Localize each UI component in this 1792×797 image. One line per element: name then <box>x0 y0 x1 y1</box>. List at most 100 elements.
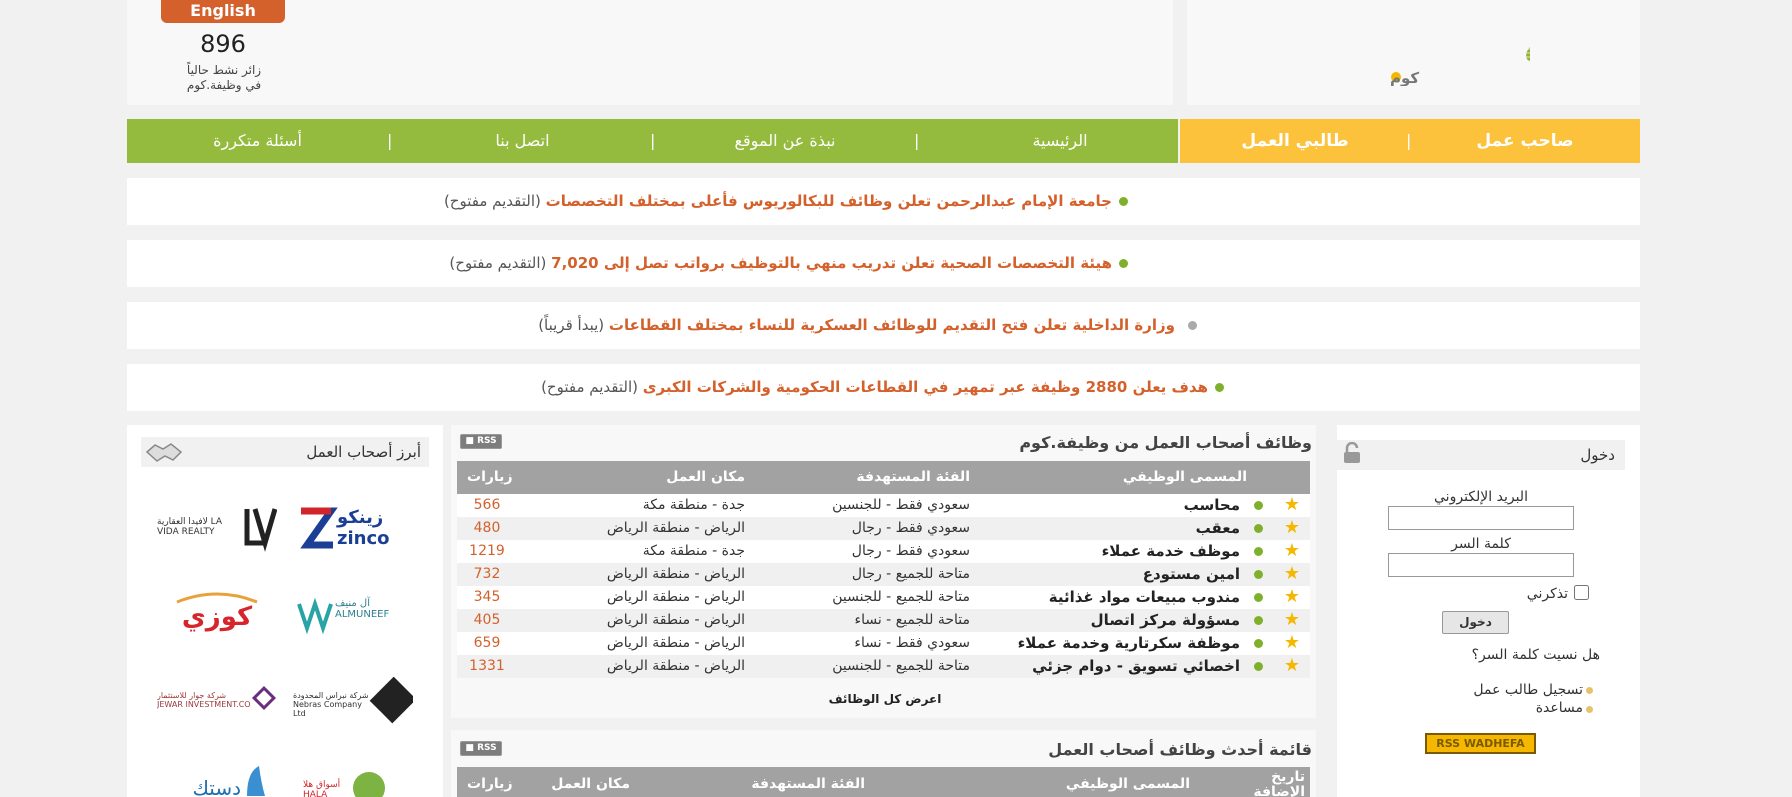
rss-label: RSS <box>477 743 497 753</box>
job-target: متاحة للجميع - نساء <box>854 612 971 628</box>
news-status: (يبدأ قريباً) <box>538 316 605 334</box>
news-item[interactable]: جامعة الإمام عبدالرحمن تعلن وظائف للبكال… <box>127 178 1640 225</box>
news-text: هيئة التخصصات الصحية تعلن تدريب منهي بال… <box>449 240 1112 287</box>
login-title: دخول <box>1580 446 1615 464</box>
nav-employer[interactable]: صاحب عمل <box>1440 119 1610 163</box>
nav-contact[interactable]: اتصل بنا <box>460 119 585 163</box>
job-location: الرياض - منطقة الرياض <box>606 612 745 628</box>
job-title[interactable]: موظفة سكرتارية وخدمة عملاء <box>1018 632 1240 655</box>
employer-logo-nebras[interactable]: شركة نبراس المحدودة Nebras Company Ltd <box>293 677 413 727</box>
job-visits: 405 <box>473 612 501 628</box>
view-all-jobs-link[interactable]: اعرض كل الوظائف <box>780 692 990 706</box>
handshake-icon <box>145 440 183 464</box>
star-icon: ★ <box>1283 632 1300 653</box>
job-location: الرياض - منطقة الرياض <box>606 635 745 651</box>
jobs-table-header: المسمى الوظيفي الفئة المستهدفة مكان العم… <box>457 461 1310 494</box>
top-employers-header: أبرز أصحاب العمل <box>141 437 429 467</box>
job-visits: 659 <box>473 635 501 651</box>
rss-label: RSS <box>477 436 497 446</box>
news-item[interactable]: وزارة الداخلية تعلن فتح التقديم للوظائف … <box>127 302 1640 349</box>
news-status: (التقديم مفتوح) <box>443 192 541 210</box>
news-item[interactable]: هيئة التخصصات الصحية تعلن تدريب منهي بال… <box>127 240 1640 287</box>
nav-separator: | <box>387 131 393 150</box>
column-location: مكان العمل <box>666 469 745 485</box>
job-title[interactable]: امين مستودع <box>1143 563 1240 586</box>
table-row[interactable]: ★ محاسب سعودي فقط - للجنسين جدة - منطقة … <box>457 494 1310 517</box>
status-dot <box>1254 524 1263 533</box>
news-title[interactable]: هدف يعلن 2880 وظيفة عبر تمهير في القطاعا… <box>643 378 1208 396</box>
star-icon: ★ <box>1283 609 1300 630</box>
job-title[interactable]: معقب <box>1196 517 1240 540</box>
employer-logo-hala[interactable]: أسواق هلا HALA <box>297 762 417 797</box>
login-button[interactable]: دخول <box>1442 611 1509 634</box>
job-target: سعودي فقط - للجنسين <box>832 497 970 513</box>
bullet-icon <box>1586 706 1593 713</box>
news-status: (التقديم مفتوح) <box>541 378 639 396</box>
active-visitors-count: 896 <box>200 30 246 58</box>
table-row[interactable]: ★ مندوب مبيعات مواد غذائية متاحة للجميع … <box>457 586 1310 609</box>
job-visits: 1331 <box>469 658 505 674</box>
job-location: جدة - منطقة مكة <box>642 543 745 559</box>
remember-me-checkbox[interactable] <box>1574 585 1589 600</box>
news-title[interactable]: هيئة التخصصات الصحية تعلن تدريب منهي بال… <box>551 254 1112 272</box>
job-location: الرياض - منطقة الرياض <box>606 566 745 582</box>
job-target: سعودي فقط - رجال <box>851 543 970 559</box>
nav-job-seekers[interactable]: طالبي العمل <box>1220 119 1370 163</box>
column-title: المسمى الوظيفي <box>1122 469 1247 485</box>
status-dot <box>1254 547 1263 556</box>
nav-faq[interactable]: أسئلة متكررة <box>180 119 335 163</box>
register-job-seeker-link[interactable]: تسجيل طالب عمل <box>1440 682 1583 698</box>
column-target: الفئة المستهدفة <box>856 469 970 485</box>
job-location: الرياض - منطقة الرياض <box>606 589 745 605</box>
news-title[interactable]: جامعة الإمام عبدالرحمن تعلن وظائف للبكال… <box>546 192 1112 210</box>
column-visits: زيارات <box>467 776 513 792</box>
table-row[interactable]: ★ امين مستودع متاحة للجميع - رجال الرياض… <box>457 563 1310 586</box>
status-dot <box>1254 593 1263 602</box>
nav-home[interactable]: الرئيسية <box>985 119 1135 163</box>
news-item[interactable]: هدف يعلن 2880 وظيفة عبر تمهير في القطاعا… <box>127 364 1640 411</box>
table-row[interactable]: ★ مسؤولة مركز اتصال متاحة للجميع - نساء … <box>457 609 1310 632</box>
star-icon: ★ <box>1283 586 1300 607</box>
english-language-button[interactable]: English <box>161 0 285 23</box>
job-title[interactable]: اخصائي تسويق - دوام جزئي <box>1032 655 1240 678</box>
job-title[interactable]: موظف خدمة عملاء <box>1102 540 1240 563</box>
forgot-password-link[interactable]: هل نسيت كلمة السر؟ <box>1430 647 1600 663</box>
latest-table-header: تاريخ الإضافة المسمى الوظيفي الفئة المست… <box>457 767 1310 797</box>
rss-feed-button[interactable]: ■ RSS <box>460 741 502 756</box>
nav-about[interactable]: نبذة عن الموقع <box>710 119 860 163</box>
employer-logo-text: دستك <box>192 776 241 797</box>
job-visits: 480 <box>473 520 501 536</box>
news-status-dot <box>1215 383 1224 392</box>
news-status: (التقديم مفتوح) <box>449 254 547 272</box>
news-text: هدف يعلن 2880 وظيفة عبر تمهير في القطاعا… <box>541 364 1208 411</box>
news-text: وزارة الداخلية تعلن فتح التقديم للوظائف … <box>538 302 1175 349</box>
rss-feed-button[interactable]: ■ RSS <box>460 434 502 449</box>
job-visits: 566 <box>473 497 501 513</box>
latest-jobs-title: قائمة أحدث وظائف أصحاب العمل <box>1048 740 1312 759</box>
job-title[interactable]: مندوب مبيعات مواد غذائية <box>1049 586 1240 609</box>
job-visits: 345 <box>473 589 501 605</box>
help-link[interactable]: مساعدة <box>1440 700 1583 716</box>
email-label: البريد الإلكتروني <box>1434 489 1528 505</box>
rss-wadhefa-badge[interactable]: RSS WADHEFA <box>1425 733 1536 754</box>
news-text: جامعة الإمام عبدالرحمن تعلن وظائف للبكال… <box>444 178 1112 225</box>
table-row[interactable]: ★ اخصائي تسويق - دوام جزئي متاحة للجميع … <box>457 655 1310 678</box>
job-target: متاحة للجميع - للجنسين <box>832 589 970 605</box>
employer-logo-dastak[interactable]: دستك <box>157 762 277 797</box>
bullet-icon <box>1586 687 1593 694</box>
password-field[interactable] <box>1388 553 1574 577</box>
job-title[interactable]: محاسب <box>1184 494 1240 517</box>
status-dot <box>1254 570 1263 579</box>
column-date: تاريخ الإضافة <box>1253 769 1305 797</box>
table-row[interactable]: ★ موظف خدمة عملاء سعودي فقط - رجال جدة -… <box>457 540 1310 563</box>
email-field[interactable] <box>1388 506 1574 530</box>
table-row[interactable]: ★ موظفة سكرتارية وخدمة عملاء سعودي فقط -… <box>457 632 1310 655</box>
job-target: سعودي فقط - نساء <box>854 635 970 651</box>
table-row[interactable]: ★ معقب سعودي فقط - رجال الرياض - منطقة ا… <box>457 517 1310 540</box>
site-logo[interactable]: وظيفة كوم <box>1300 6 1733 87</box>
job-target: متاحة للجميع - رجال <box>851 566 970 582</box>
job-title[interactable]: مسؤولة مركز اتصال <box>1091 609 1240 632</box>
employer-logo-jewar[interactable]: شركة جوار للاستثمار JEWAR INVESTMENT.CO <box>157 677 277 727</box>
column-location: مكان العمل <box>551 776 630 792</box>
news-title[interactable]: وزارة الداخلية تعلن فتح التقديم للوظائف … <box>609 316 1175 334</box>
